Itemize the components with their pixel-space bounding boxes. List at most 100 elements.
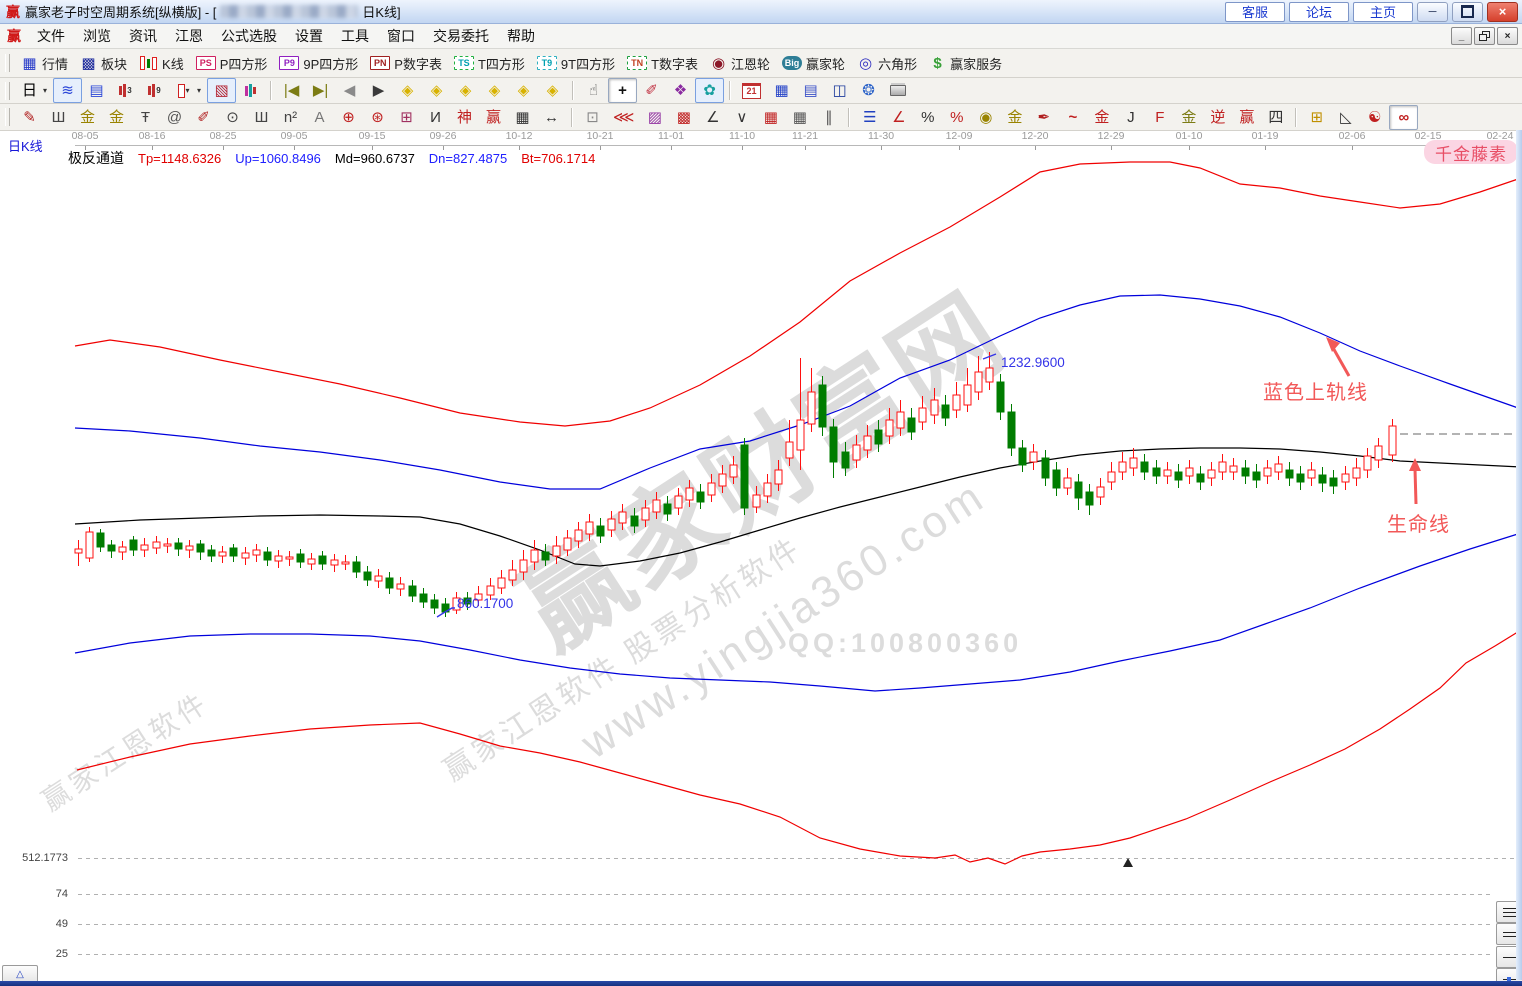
fan-rays-tool[interactable]: ⋘ [607, 105, 640, 130]
diamond-swap[interactable]: ◈ [451, 78, 480, 103]
percent-tool[interactable]: % [913, 105, 942, 130]
n-squared-tool[interactable]: n² [276, 105, 305, 130]
j-angle-tool[interactable]: J [1116, 105, 1145, 130]
t-square[interactable]: TST四方形 [448, 51, 531, 76]
gann-wheel[interactable]: ◉江恩轮 [704, 51, 776, 76]
menu-item-4[interactable]: 江恩 [166, 23, 212, 49]
angle-measure-tool[interactable]: ✐ [637, 78, 666, 103]
grid-yellow-tool[interactable]: ⊞ [1302, 105, 1331, 130]
bars-3[interactable]: 3 [111, 78, 140, 103]
ying-angle-tool[interactable]: 赢 [1232, 105, 1261, 130]
mdi-restore-button[interactable] [1474, 27, 1495, 45]
9t-square[interactable]: T99T四方形 [531, 51, 621, 76]
mdi-close-button[interactable]: × [1497, 27, 1518, 45]
menu-item-1[interactable]: 文件 [28, 23, 74, 49]
maximize-button[interactable] [1452, 2, 1483, 22]
close-button[interactable]: × [1487, 2, 1518, 22]
ying-tool[interactable]: 赢 [479, 105, 508, 130]
period-day-dropdown[interactable]: 日▾ [15, 78, 53, 103]
spiral-tool[interactable]: @ [160, 105, 189, 130]
shen-tool[interactable]: 神 [450, 105, 479, 130]
gold-angle-tool[interactable]: 金 [1087, 105, 1116, 130]
star-grid-tool[interactable]: ⊛ [363, 105, 392, 130]
brush-tool[interactable]: ✒ [1029, 105, 1058, 130]
quick-link-3[interactable]: 主页 [1353, 2, 1413, 22]
print-tool[interactable] [883, 78, 912, 103]
infinity-tool[interactable]: ∞ [1389, 105, 1418, 130]
red-marker-tool[interactable]: ✐ [189, 105, 218, 130]
diamond-right[interactable]: ◈ [422, 78, 451, 103]
p-square[interactable]: PSP四方形 [190, 51, 274, 76]
wave-angle-tool[interactable]: ~ [1058, 105, 1087, 130]
smart-tool[interactable]: ✿ [695, 78, 724, 103]
n-wave-tool[interactable]: И [421, 105, 450, 130]
info-panel[interactable]: ▤ [82, 78, 111, 103]
target-cross-tool[interactable]: ⊕ [334, 105, 363, 130]
bars-9[interactable]: 9 [140, 78, 169, 103]
menu-item-2[interactable]: 浏览 [74, 23, 120, 49]
winner-wheel[interactable]: Big赢家轮 [776, 51, 851, 76]
calendar-tool[interactable]: 21 [736, 78, 767, 103]
comb-ruler-2[interactable]: Ш [247, 105, 276, 130]
cycle-circle-tool[interactable]: ⊙ [218, 105, 247, 130]
f-gauge[interactable]: Ŧ [131, 105, 160, 130]
angle-line-tool[interactable]: ∠ [698, 105, 727, 130]
menu-item-6[interactable]: 设置 [286, 23, 332, 49]
width-arrow-tool[interactable]: ↔ [537, 105, 566, 130]
curve-overlay[interactable]: ≋ [53, 78, 82, 103]
diamond-cross[interactable]: ◈ [509, 78, 538, 103]
compass-tool[interactable]: ✎ [15, 105, 44, 130]
export-tool[interactable]: ❂ [854, 78, 883, 103]
save-tool[interactable]: ◫ [825, 78, 854, 103]
slant-lines-tool[interactable]: ∥ [814, 105, 843, 130]
mdi-minimize-button[interactable]: _ [1451, 27, 1472, 45]
gold-slant-tool[interactable]: 金 [1174, 105, 1203, 130]
v-wave-tool[interactable]: ∨ [727, 105, 756, 130]
sectors[interactable]: ▩板块 [74, 51, 133, 76]
comb-ruler[interactable]: Ш [44, 105, 73, 130]
ni-angle-tool[interactable]: 逆 [1203, 105, 1232, 130]
diamond-converge[interactable]: ◈ [480, 78, 509, 103]
minimize-button[interactable]: ─ [1417, 2, 1448, 22]
gold-gauge-1[interactable]: 金 [73, 105, 102, 130]
gold-gauge-2[interactable]: 金 [102, 105, 131, 130]
box-frame-tool[interactable]: ⊡ [578, 105, 607, 130]
menu-item-8[interactable]: 窗口 [378, 23, 424, 49]
gann-shape-tool[interactable]: ❖ [666, 78, 695, 103]
menu-item-7[interactable]: 工具 [332, 23, 378, 49]
menu-item-3[interactable]: 资讯 [120, 23, 166, 49]
web-grid-tool[interactable]: ⊞ [392, 105, 421, 130]
hand-tool[interactable]: ☝ [579, 78, 608, 103]
fan-box-tool[interactable]: ▨ [640, 105, 669, 130]
hexagon[interactable]: ◎六角形 [851, 51, 923, 76]
9p-square[interactable]: P99P四方形 [273, 51, 364, 76]
menu-item-5[interactable]: 公式选股 [212, 23, 286, 49]
menu-item-10[interactable]: 帮助 [498, 23, 544, 49]
gold-circle-tool[interactable]: ◉ [971, 105, 1000, 130]
calculator-tool[interactable]: ▦ [767, 78, 796, 103]
menu-item-9[interactable]: 交易委托 [424, 23, 498, 49]
histogram-style[interactable] [236, 78, 265, 103]
nav-next[interactable]: ▶ [364, 78, 393, 103]
angle-percent-tool[interactable]: ∠ [884, 105, 913, 130]
kline-view[interactable]: K线 [133, 51, 190, 76]
red-grid-tool[interactable]: ▦ [756, 105, 785, 130]
p-number-table[interactable]: PNP数字表 [364, 51, 448, 76]
si-angle-tool[interactable]: 四 [1261, 105, 1290, 130]
trend-plot-tool[interactable]: ◺ [1331, 105, 1360, 130]
diamond-expand[interactable]: ◈ [538, 78, 567, 103]
t-number-table[interactable]: TNT数字表 [621, 51, 704, 76]
winner-service[interactable]: $赢家服务 [923, 51, 1008, 76]
taiji-tool[interactable]: ☯ [1360, 105, 1389, 130]
quick-link-2[interactable]: 论坛 [1289, 2, 1349, 22]
quick-link-1[interactable]: 客服 [1225, 2, 1285, 22]
diamond-left[interactable]: ◈ [393, 78, 422, 103]
gold-bar-tool[interactable]: 金 [1000, 105, 1029, 130]
red-frame-tool[interactable]: ▧ [207, 78, 236, 103]
fan-grid-tool[interactable]: ▩ [669, 105, 698, 130]
memo-tool[interactable]: ▤ [796, 78, 825, 103]
percent-line-tool[interactable]: % [942, 105, 971, 130]
candle-style-dropdown[interactable]: ▾▾ [169, 78, 207, 103]
nav-prev[interactable]: ◀ [335, 78, 364, 103]
market-quotes[interactable]: ▦行情 [15, 51, 74, 76]
